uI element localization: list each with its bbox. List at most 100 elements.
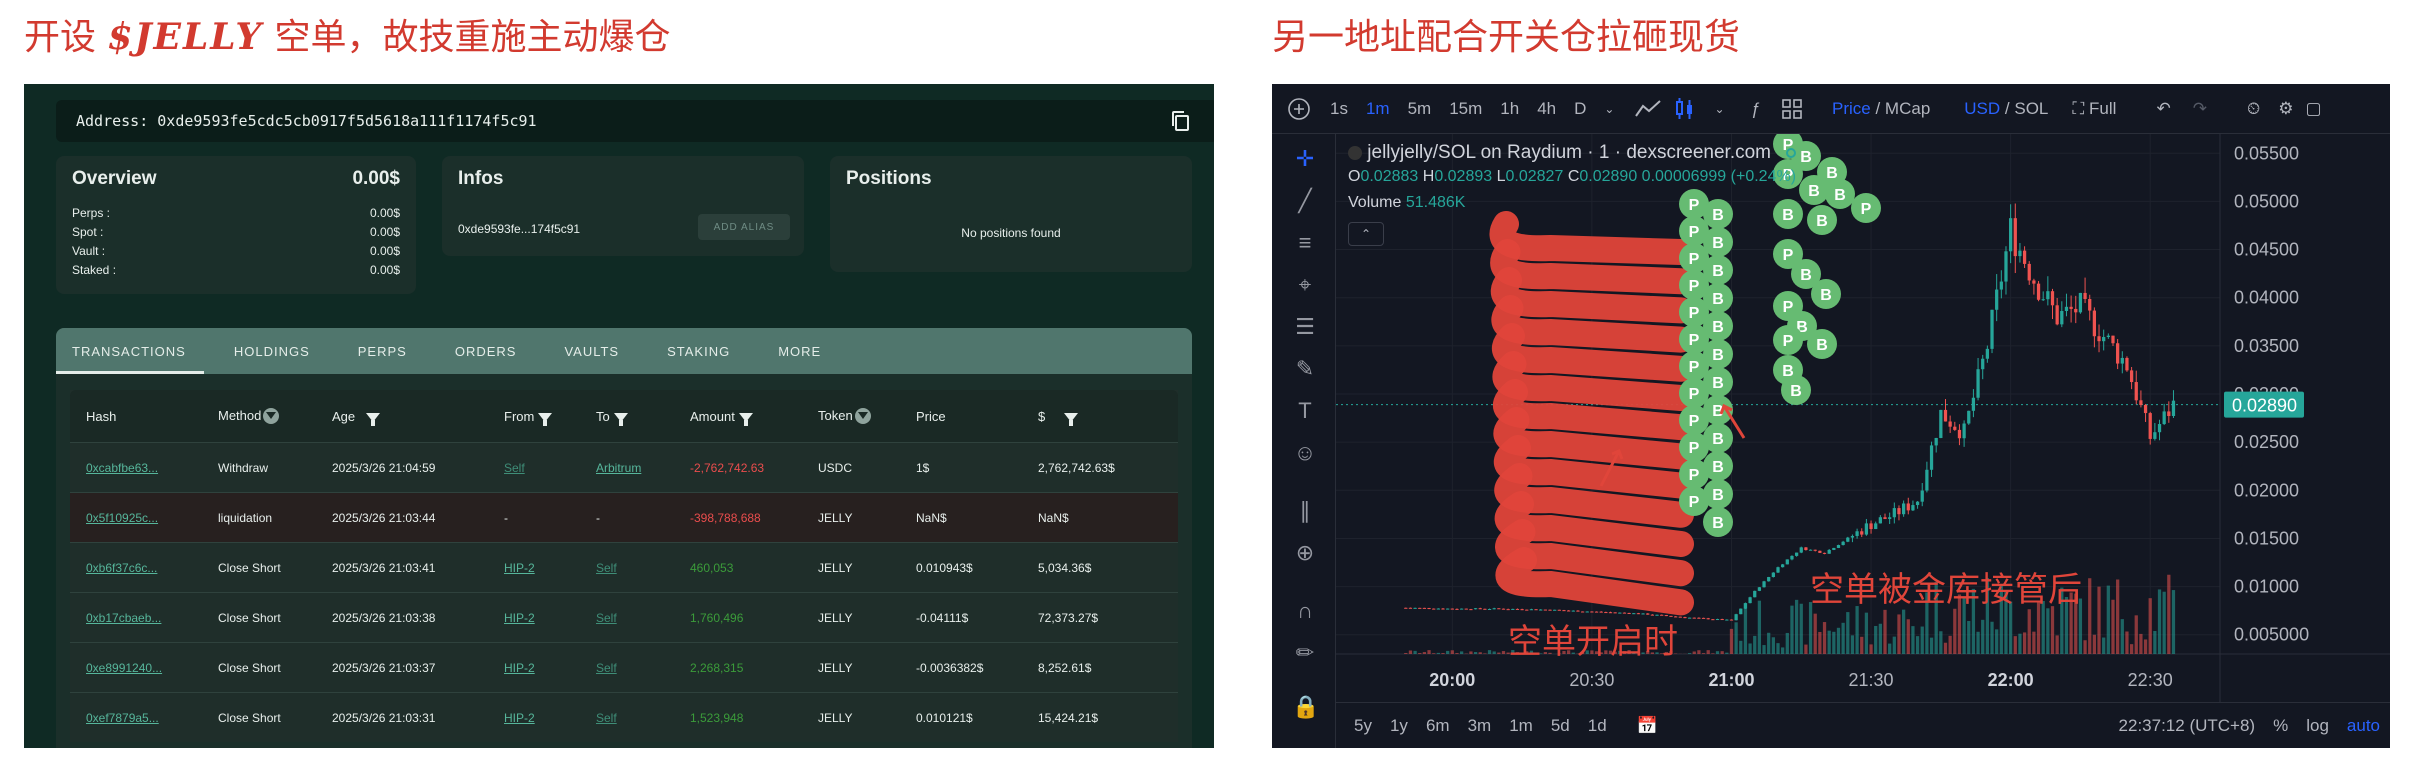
candle-body	[1576, 610, 1580, 612]
lock-drawing-icon[interactable]: ✏	[1292, 640, 1318, 666]
range-6m[interactable]: 6m	[1426, 716, 1450, 736]
candle-body	[1739, 608, 1743, 615]
alert-clock-icon[interactable]: ⏲	[2247, 99, 2260, 119]
candle-body	[1585, 611, 1589, 613]
interval-5m[interactable]: 5m	[1408, 99, 1432, 119]
filter-active-icon[interactable]	[263, 408, 280, 425]
gear-icon[interactable]: ⚙	[2278, 99, 2293, 119]
add-indicator-icon[interactable]	[1286, 96, 1312, 122]
tx-from[interactable]: HIP-2	[504, 611, 535, 625]
crosshair-icon[interactable]: ✛	[1292, 146, 1318, 172]
interval-15m[interactable]: 15m	[1449, 99, 1482, 119]
tx-to[interactable]: Self	[596, 661, 617, 675]
chevron-down-icon[interactable]: ⌄	[1714, 102, 1724, 116]
tx-hash-link[interactable]: 0xe8991240...	[86, 661, 162, 675]
ohlc-open: 0.02883	[1360, 168, 1419, 185]
interval-1m[interactable]: 1m	[1366, 99, 1390, 119]
table-row[interactable]: 0xcabfbe63... Withdraw 2025/3/26 21:04:59 S…	[70, 442, 1178, 492]
function-icon[interactable]: ƒ	[1751, 99, 1760, 119]
volume-bar	[1739, 640, 1743, 654]
undo-icon[interactable]: ↶	[2156, 99, 2170, 119]
brush-icon[interactable]: ✎	[1292, 356, 1318, 382]
zoom-in-icon[interactable]: ⊕	[1292, 540, 1318, 566]
sol-toggle[interactable]: / SOL	[2005, 99, 2048, 118]
percent-toggle[interactable]: %	[2273, 716, 2288, 736]
tx-from[interactable]: HIP-2	[504, 561, 535, 575]
collapse-legend-button[interactable]: ⌃	[1348, 222, 1384, 246]
filter-icon[interactable]	[538, 412, 553, 426]
tx-hash-link[interactable]: 0xcabfbe63...	[86, 461, 158, 475]
tx-from[interactable]: Self	[504, 461, 525, 475]
range-5d[interactable]: 5d	[1551, 716, 1570, 736]
filter-icon[interactable]	[738, 412, 753, 426]
range-1y[interactable]: 1y	[1390, 716, 1408, 736]
interval-1s[interactable]: 1s	[1330, 99, 1348, 119]
auto-toggle[interactable]: auto	[2347, 716, 2380, 736]
table-row[interactable]: 0xef7879a5... Close Short 2025/3/26 21:03:…	[70, 692, 1178, 742]
range-3m[interactable]: 3m	[1468, 716, 1492, 736]
text-tool-icon[interactable]: T	[1292, 398, 1318, 424]
caption-left-prefix: 开设	[24, 17, 97, 58]
tx-to[interactable]: Self	[596, 561, 617, 575]
price-axis[interactable]: 0.055000.050000.045000.040000.035000.030…	[2224, 143, 2309, 645]
interval-1h[interactable]: 1h	[1500, 99, 1519, 119]
filter-icon[interactable]	[613, 412, 628, 426]
line-chart-icon[interactable]	[1634, 98, 1662, 120]
layout-grid-icon[interactable]	[1782, 98, 1802, 119]
tx-from[interactable]: HIP-2	[504, 711, 535, 725]
candles-icon[interactable]	[1674, 97, 1696, 121]
log-toggle[interactable]: log	[2306, 716, 2329, 736]
filter-active-icon[interactable]	[854, 408, 871, 425]
candle-body	[1553, 609, 1557, 611]
date-range-icon[interactable]: 📅	[1637, 716, 1658, 736]
tx-hash-link[interactable]: 0xb6f37c6c...	[86, 561, 157, 575]
ruler-icon[interactable]: ∥	[1292, 498, 1318, 524]
price-toggle[interactable]: Price	[1832, 99, 1871, 118]
price-chart[interactable]: PBPBPBPBPBPBPBPBPBPBPBPBPBBPB BPB BPBBPBBP…	[1336, 134, 2390, 702]
usd-sol-toggle[interactable]: USD / SOL	[1964, 99, 2048, 119]
redo-icon[interactable]: ↷	[2193, 99, 2207, 119]
tx-from[interactable]: HIP-2	[504, 661, 535, 675]
fib-icon[interactable]: ☰	[1292, 314, 1318, 340]
tx-hash-link[interactable]: 0x5f10925c...	[86, 511, 158, 525]
table-row[interactable]: 0xb17cbaeb... Close Short 2025/3/26 21:03:…	[70, 592, 1178, 642]
tx-to[interactable]: Arbitrum	[596, 461, 641, 475]
interval-d[interactable]: D	[1574, 99, 1586, 119]
tab-holdings[interactable]: HOLDINGS	[234, 328, 310, 374]
time-axis[interactable]: 20:00 20:30 21:00 21:30 22:00 22:30	[1429, 670, 2172, 690]
tx-hash-link[interactable]: 0xb17cbaeb...	[86, 611, 161, 625]
tab-vaults[interactable]: VAULTS	[564, 328, 619, 374]
copy-icon[interactable]	[1170, 110, 1190, 132]
tab-perps[interactable]: PERPS	[358, 328, 407, 374]
table-row[interactable]: 0xb6f37c6c... Close Short 2025/3/26 21:03:…	[70, 542, 1178, 592]
tab-transactions[interactable]: TRANSACTIONS	[56, 328, 204, 374]
interval-4h[interactable]: 4h	[1537, 99, 1556, 119]
tab-staking[interactable]: STAKING	[667, 328, 730, 374]
range-1m[interactable]: 1m	[1509, 716, 1533, 736]
tab-more[interactable]: MORE	[778, 328, 821, 374]
emoji-icon[interactable]: ☺	[1292, 440, 1318, 466]
fullscreen-button[interactable]: ⛶ Full	[2072, 99, 2116, 119]
usd-toggle[interactable]: USD	[1964, 99, 2000, 118]
lock-icon[interactable]: 🔒	[1292, 694, 1319, 720]
filter-icon[interactable]	[1063, 412, 1078, 426]
camera-icon[interactable]: ▢	[2305, 99, 2321, 119]
tx-hash-link[interactable]: 0xef7879a5...	[86, 711, 159, 725]
add-alias-button[interactable]: ADD ALIAS	[698, 214, 790, 240]
range-1d[interactable]: 1d	[1588, 716, 1607, 736]
tx-price-cell: 1$	[916, 461, 1038, 475]
table-row[interactable]: 0x5f10925c... liquidation 2025/3/26 21:03:…	[70, 492, 1178, 542]
range-5y[interactable]: 5y	[1354, 716, 1372, 736]
chevron-down-icon[interactable]: ⌄	[1604, 102, 1614, 116]
magnet-icon[interactable]: ∩	[1292, 598, 1318, 624]
filter-icon[interactable]	[366, 412, 381, 426]
tx-to[interactable]: Self	[596, 611, 617, 625]
table-row[interactable]: 0xe8991240... Close Short 2025/3/26 21:03:…	[70, 642, 1178, 692]
tab-orders[interactable]: ORDERS	[455, 328, 517, 374]
mcap-toggle[interactable]: / MCap	[1875, 99, 1930, 118]
trend-line-icon[interactable]: ╱	[1292, 188, 1318, 214]
horizontal-lines-icon[interactable]: ≡	[1292, 230, 1318, 256]
tx-to[interactable]: Self	[596, 711, 617, 725]
price-mcap-toggle[interactable]: Price / MCap	[1832, 99, 1930, 119]
pattern-icon[interactable]: ⌖	[1292, 272, 1318, 298]
